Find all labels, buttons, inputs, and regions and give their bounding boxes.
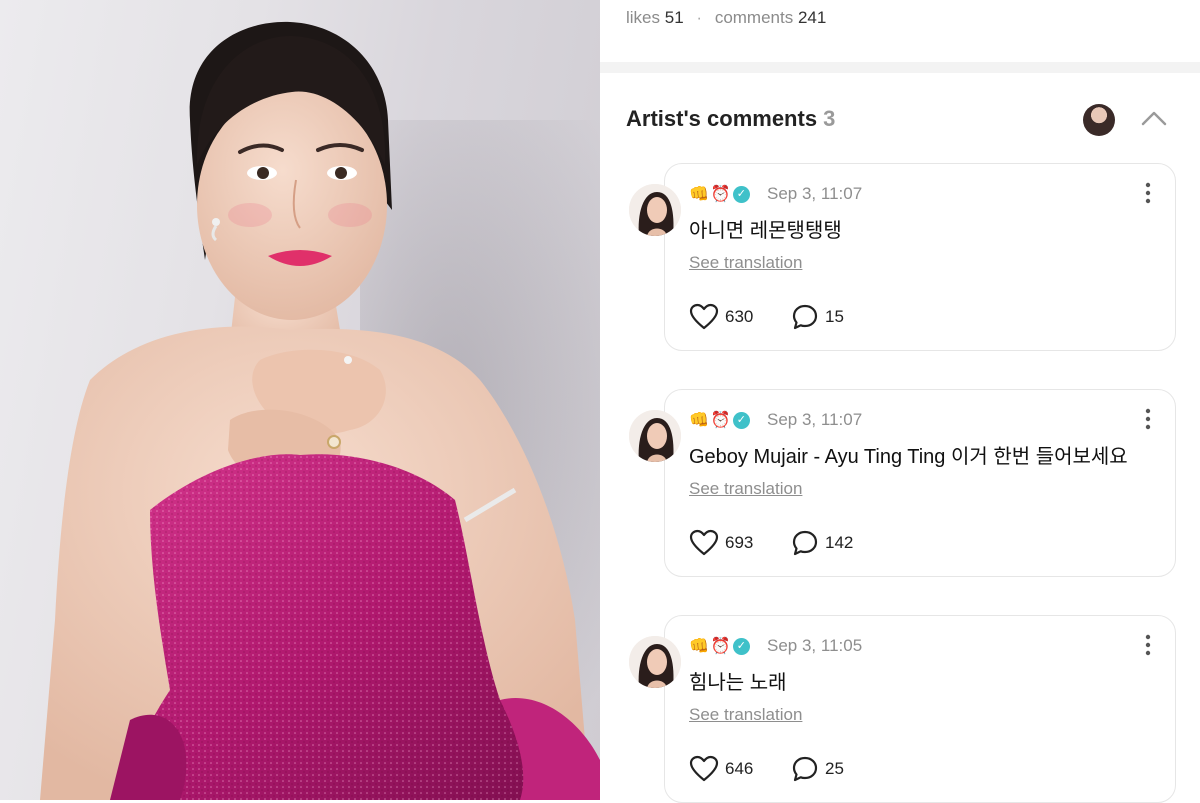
artist-portrait-illustration <box>40 21 600 800</box>
comment-card: 👊 ⏰ ✓ Sep 3, 11:07 아니면 레몬탱탱탱 See translati… <box>629 163 1176 351</box>
avatar[interactable] <box>629 184 681 236</box>
like-count: 646 <box>725 759 754 778</box>
vertical-dots-icon[interactable] <box>1145 408 1151 430</box>
alarm-clock-emoji-icon: ⏰ <box>710 638 731 655</box>
like-button[interactable]: 630 <box>689 303 753 331</box>
like-count: 630 <box>725 307 754 326</box>
avatar-image <box>629 184 681 236</box>
artist-avatar[interactable] <box>1083 104 1115 136</box>
vertical-dots-icon[interactable] <box>1145 634 1151 656</box>
stats-separator: · <box>696 8 703 27</box>
reply-button[interactable]: 15 <box>791 303 844 331</box>
verified-check-icon: ✓ <box>732 638 750 656</box>
see-translation-link[interactable]: See translation <box>689 705 802 725</box>
see-translation-link[interactable]: See translation <box>689 479 802 499</box>
comment-card: 👊 ⏰ ✓ Sep 3, 11:05 힘나는 노래 See translation … <box>629 615 1176 803</box>
comments-panel: likes 51 · comments 241 Artist's comment… <box>600 0 1200 803</box>
reply-button[interactable]: 142 <box>791 529 853 557</box>
comment-time: Sep 3, 11:07 <box>767 410 863 429</box>
like-button[interactable]: 693 <box>689 529 753 557</box>
fan-badges: 👊 ⏰ ✓ <box>689 410 752 432</box>
comments-count: 241 <box>797 8 827 27</box>
section-divider <box>600 62 1200 73</box>
likes-count: 51 <box>664 8 684 27</box>
section-title: Artist's comments <box>626 106 818 131</box>
heart-icon <box>689 755 719 782</box>
speech-bubble-icon <box>792 756 818 782</box>
reply-count: 142 <box>825 533 854 552</box>
chevron-up-icon[interactable] <box>1140 108 1168 130</box>
heart-icon <box>689 303 719 330</box>
fan-badges: 👊 ⏰ ✓ <box>689 636 752 658</box>
verified-check-icon: ✓ <box>732 412 750 430</box>
like-count: 693 <box>725 533 754 552</box>
avatar-image <box>629 636 681 688</box>
verified-check-icon: ✓ <box>732 186 750 204</box>
likes-label: likes <box>626 8 661 27</box>
avatar[interactable] <box>629 410 681 462</box>
fist-emoji-icon: 👊 <box>689 412 709 429</box>
comment-text: Geboy Mujair - Ayu Ting Ting 이거 한번 들어보세요 <box>689 446 1128 468</box>
comment-text: 아니면 레몬탱탱탱 <box>689 220 842 242</box>
fist-emoji-icon: 👊 <box>689 186 709 203</box>
comment-text: 힘나는 노래 <box>689 672 787 694</box>
comment-time: Sep 3, 11:05 <box>767 636 863 655</box>
comment-card: 👊 ⏰ ✓ Sep 3, 11:07 Geboy Mujair - Ayu Ting… <box>629 389 1176 577</box>
fan-badges: 👊 ⏰ ✓ <box>689 184 752 206</box>
reply-button[interactable]: 25 <box>791 755 844 783</box>
artist-photo <box>0 0 600 800</box>
heart-icon <box>689 529 719 556</box>
reply-count: 25 <box>825 759 844 778</box>
alarm-clock-emoji-icon: ⏰ <box>710 412 731 429</box>
avatar-image <box>629 410 681 462</box>
vertical-dots-icon[interactable] <box>1145 182 1151 204</box>
comment-time: Sep 3, 11:07 <box>767 184 863 203</box>
avatar[interactable] <box>629 636 681 688</box>
section-count: 3 <box>823 106 836 131</box>
like-button[interactable]: 646 <box>689 755 753 783</box>
fist-emoji-icon: 👊 <box>689 638 709 655</box>
post-stats: likes 51 · comments 241 <box>626 8 826 28</box>
speech-bubble-icon <box>792 530 818 556</box>
artist-comments-header: Artist's comments 3 <box>626 106 835 132</box>
comments-label: comments <box>714 8 794 27</box>
reply-count: 15 <box>825 307 844 326</box>
alarm-clock-emoji-icon: ⏰ <box>710 186 731 203</box>
speech-bubble-icon <box>792 304 818 330</box>
see-translation-link[interactable]: See translation <box>689 253 802 273</box>
